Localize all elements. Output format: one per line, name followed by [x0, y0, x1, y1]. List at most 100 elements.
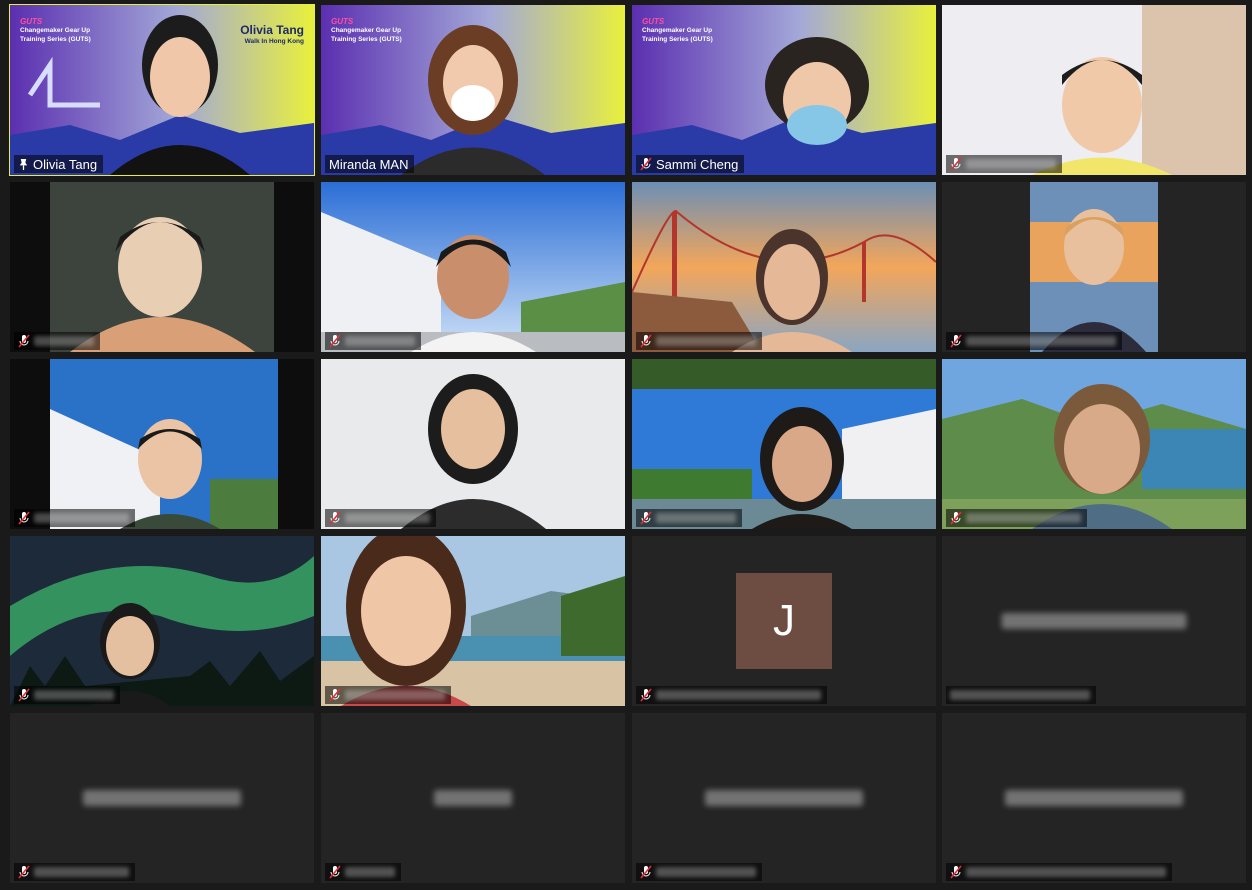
redacted-name [966, 513, 1081, 523]
mic-muted-icon [640, 334, 652, 348]
participant-name: Sammi Cheng [656, 156, 739, 172]
video-feed [10, 536, 314, 706]
mic-muted-icon [18, 511, 30, 525]
video-feed [321, 182, 625, 352]
mic-muted-icon [640, 688, 652, 702]
video-feed [942, 182, 1246, 352]
participant-tile[interactable] [10, 536, 314, 706]
redacted-name [656, 513, 736, 523]
training-series-logo: GUTS Changemaker Gear Up Training Series… [331, 17, 402, 43]
participant-nameplate [325, 686, 451, 704]
mic-muted-icon [329, 334, 341, 348]
redacted-display-name [83, 790, 241, 806]
mic-muted-icon [18, 688, 30, 702]
participant-nameplate [325, 863, 401, 881]
participant-tile[interactable] [321, 182, 625, 352]
participant-nameplate [325, 509, 436, 527]
participant-tile-olivia-tang[interactable]: GUTS Changemaker Gear Up Training Series… [9, 4, 315, 176]
participant-tile[interactable] [632, 713, 936, 883]
participant-nameplate [14, 863, 135, 881]
participant-nameplate [14, 509, 135, 527]
redacted-name [34, 336, 94, 346]
redacted-name [966, 159, 1056, 169]
participant-tile[interactable] [942, 359, 1246, 529]
redacted-display-name [705, 790, 863, 806]
redacted-name [34, 690, 114, 700]
participant-nameplate [14, 686, 120, 704]
training-series-logo: GUTS Changemaker Gear Up Training Series… [642, 17, 713, 43]
participant-tile[interactable] [942, 713, 1246, 883]
video-feed [632, 359, 936, 529]
mic-muted-icon [18, 865, 30, 879]
redacted-name [345, 867, 395, 877]
participant-tile[interactable] [942, 5, 1246, 175]
mic-muted-icon [640, 157, 652, 171]
participant-nameplate: Miranda MAN [325, 155, 415, 173]
participant-nameplate [946, 509, 1087, 527]
video-feed [942, 5, 1246, 175]
video-feed [632, 182, 936, 352]
participant-tile[interactable] [10, 182, 314, 352]
participant-tile-miranda-man[interactable]: GUTS Changemaker Gear Up Training Series… [321, 5, 625, 175]
mic-muted-icon [18, 334, 30, 348]
redacted-display-name [1001, 613, 1187, 629]
mic-muted-icon [950, 334, 962, 348]
redacted-name [656, 336, 756, 346]
participant-tile[interactable] [632, 182, 936, 352]
redacted-name [345, 336, 415, 346]
redacted-name [656, 690, 821, 700]
mic-muted-icon [950, 157, 962, 171]
mic-muted-icon [329, 688, 341, 702]
participant-nameplate [636, 863, 762, 881]
redacted-name [345, 513, 430, 523]
mic-muted-icon [640, 511, 652, 525]
participant-nameplate [636, 332, 762, 350]
redacted-display-name [1005, 790, 1183, 806]
mic-muted-icon [329, 865, 341, 879]
participant-nameplate [636, 686, 827, 704]
participant-tile[interactable] [632, 359, 936, 529]
mic-muted-icon [950, 865, 962, 879]
participant-tile[interactable] [10, 359, 314, 529]
participant-nameplate [636, 509, 742, 527]
participant-tile[interactable]: J [632, 536, 936, 706]
redacted-name [966, 867, 1166, 877]
redacted-name [950, 690, 1090, 700]
participant-tile[interactable] [942, 536, 1246, 706]
video-feed [321, 536, 625, 706]
video-feed [942, 359, 1246, 529]
participant-nameplate [14, 332, 100, 350]
participant-nameplate [325, 332, 421, 350]
presenter-subtitle-overlay: Walk In Hong Kong [244, 38, 304, 45]
participant-tile[interactable] [942, 182, 1246, 352]
video-feed [10, 359, 314, 529]
presenter-name-overlay: Olivia Tang [240, 23, 304, 37]
mic-muted-icon [640, 865, 652, 879]
participant-nameplate [946, 332, 1122, 350]
participant-name: Olivia Tang [33, 156, 98, 172]
redacted-display-name [434, 790, 512, 806]
avatar: J [736, 573, 832, 669]
participant-nameplate [946, 863, 1172, 881]
participant-tile[interactable] [321, 536, 625, 706]
video-feed [10, 182, 314, 352]
participant-tile[interactable] [321, 359, 625, 529]
redacted-name [34, 513, 129, 523]
participant-tile[interactable] [321, 713, 625, 883]
participant-nameplate [946, 686, 1096, 704]
video-feed [321, 359, 625, 529]
redacted-name [966, 336, 1116, 346]
mic-muted-icon [329, 511, 341, 525]
redacted-name [34, 867, 129, 877]
redacted-name [656, 867, 756, 877]
participant-nameplate: Sammi Cheng [636, 155, 745, 173]
participant-nameplate [946, 155, 1062, 173]
mic-muted-icon [950, 511, 962, 525]
participant-tile-sammi-cheng[interactable]: GUTS Changemaker Gear Up Training Series… [632, 5, 936, 175]
participant-name: Miranda MAN [329, 156, 409, 172]
participant-tile[interactable] [10, 713, 314, 883]
participant-nameplate: Olivia Tang [14, 155, 104, 173]
training-series-logo: GUTS Changemaker Gear Up Training Series… [20, 17, 91, 43]
pin-icon [19, 158, 28, 170]
redacted-name [345, 690, 445, 700]
